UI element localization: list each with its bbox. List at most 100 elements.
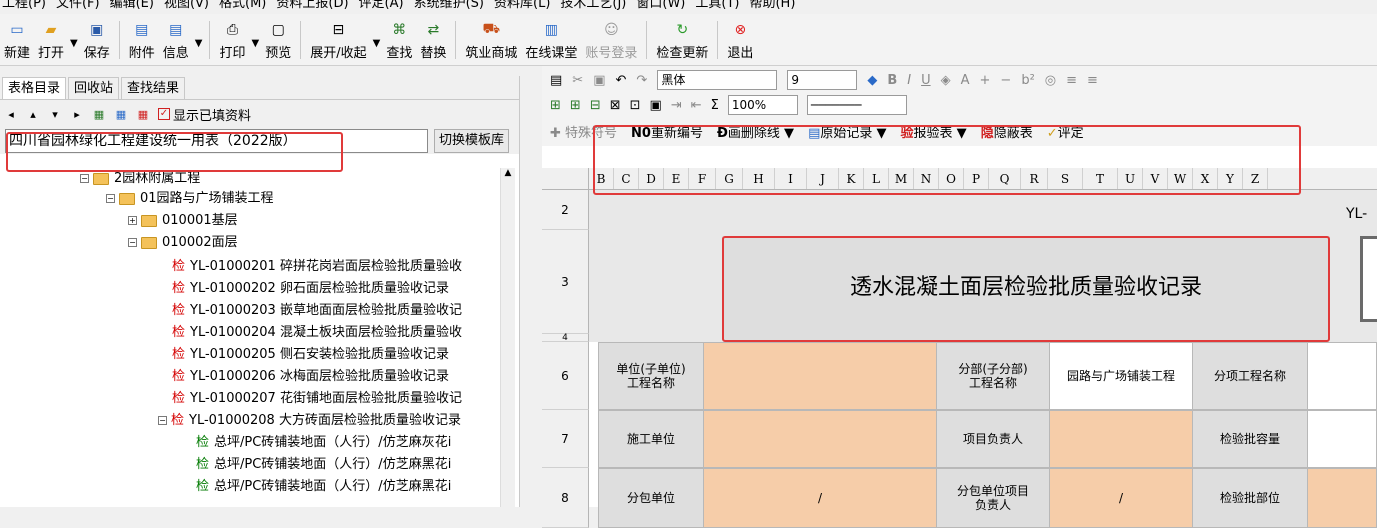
batch-location-field[interactable] [1307, 468, 1377, 528]
superscript-icon[interactable]: b² [1021, 73, 1034, 88]
zoom-select[interactable]: 100% [727, 95, 798, 115]
subcontractor-field[interactable]: / [703, 468, 937, 528]
insert-col-icon[interactable]: ⊞ [570, 98, 581, 113]
mall-button[interactable]: ⛟ 筑业商城 [461, 15, 521, 65]
outdent-icon[interactable]: ⇤ [691, 98, 702, 113]
expand-icon[interactable]: + [128, 216, 137, 225]
tree-leaf[interactable]: 检 YL-01000206 冰梅面层检验批质量验收记录 [172, 366, 449, 388]
menu-report[interactable]: 资料上报(D) [276, 0, 348, 14]
unit-name-field[interactable] [703, 342, 937, 410]
row-header[interactable]: 2 [542, 190, 589, 230]
expand-collapse-button[interactable]: ⊟ 展开/收起 [306, 15, 370, 65]
insert-row-icon[interactable]: ⊞ [550, 98, 561, 113]
batch-capacity-field[interactable] [1307, 410, 1377, 468]
tree-leaf[interactable]: 检 YL-01000204 混凝土板块面层检验批质量验收 [172, 322, 462, 344]
switch-template-button[interactable]: 切换模板库 [434, 129, 510, 153]
tree-leaf[interactable]: 检总坪/PC砖铺装地面（人行）/仿芝麻灰花i [196, 432, 451, 454]
formula-icon[interactable]: Σ [711, 98, 719, 113]
menu-library[interactable]: 资料库(L) [494, 0, 550, 14]
merge-icon[interactable]: ⊠ [610, 98, 621, 113]
menu-file[interactable]: 文件(F) [56, 0, 100, 14]
menu-help[interactable]: 帮助(H) [749, 0, 795, 14]
split-icon[interactable]: ⊡ [630, 98, 641, 113]
menu-tools[interactable]: 工具(T) [695, 0, 739, 14]
menu-system[interactable]: 系统维护(S) [414, 0, 484, 14]
tree-leaf[interactable]: 检总坪/PC砖铺装地面（人行）/仿芝麻黑花i [196, 476, 451, 498]
tab-search-results[interactable]: 查找结果 [121, 76, 186, 99]
row-header[interactable]: 3 [542, 230, 589, 334]
tree-scrollbar[interactable]: ▲ [500, 168, 515, 507]
menu-edit[interactable]: 编辑(E) [110, 0, 154, 14]
part-name-field[interactable]: 园路与广场铺装工程 [1049, 342, 1193, 410]
tree-leaf[interactable]: 检 YL-01000207 花街铺地面层检验批质量验收记 [172, 388, 462, 410]
align-center-icon[interactable]: ≡ [1087, 73, 1098, 88]
print-button[interactable]: ⎙ 打印 [215, 15, 249, 65]
increase-icon[interactable]: + [980, 73, 991, 88]
undo-icon[interactable]: ↶ [616, 73, 627, 88]
panel-splitter[interactable] [520, 76, 542, 507]
exit-button[interactable]: ⊗ 退出 [723, 15, 757, 65]
new-button[interactable]: ▭ 新建 [0, 15, 34, 65]
menu-view[interactable]: 视图(V) [164, 0, 209, 14]
collapse-icon[interactable]: − [128, 238, 137, 247]
collapse-icon[interactable]: − [80, 174, 89, 183]
arrow-down-icon[interactable]: ▾ [48, 107, 62, 121]
paste-icon[interactable]: ▤ [550, 73, 562, 88]
open-button[interactable]: ▰ 打开 [34, 15, 68, 65]
project-manager-field[interactable] [1049, 410, 1193, 468]
tree-node[interactable]: − 检 YL-01000208 大方砖面层检验批质量验收记录 [158, 410, 461, 432]
font-color-icon[interactable]: A [961, 73, 970, 88]
italic-icon[interactable]: I [907, 73, 911, 88]
info-dropdown-icon[interactable]: ▼ [195, 38, 203, 49]
show-filled-checkbox[interactable]: ✓ 显示已填资料 [158, 105, 251, 124]
font-size-select[interactable]: 9 [787, 70, 858, 90]
check-update-button[interactable]: ↻ 检查更新 [652, 15, 712, 65]
print-dropdown-icon[interactable]: ▼ [252, 38, 260, 49]
attachment-button[interactable]: ▤ 附件 [125, 15, 159, 65]
stamp-icon[interactable]: ◎ [1045, 73, 1056, 88]
tree-node[interactable]: −010002面层 [128, 232, 238, 254]
select-all-corner[interactable] [542, 168, 589, 189]
copy-table-icon[interactable]: ▦ [114, 107, 128, 121]
font-select[interactable]: 黑体 [657, 70, 778, 90]
tree-leaf[interactable]: 检 YL-01000205 侧石安装检验批质量验收记录 [172, 344, 449, 366]
redo-icon[interactable]: ↷ [636, 73, 647, 88]
row-header[interactable]: 7 [542, 410, 589, 468]
open-dropdown-icon[interactable]: ▼ [70, 38, 78, 49]
menu-tech[interactable]: 技术工艺(J) [560, 0, 626, 14]
tree-leaf[interactable]: 检 YL-01000202 卵石面层检验批质量验收记录 [172, 278, 449, 300]
menu-format[interactable]: 格式(M) [219, 0, 266, 14]
collapse-icon[interactable]: − [158, 416, 167, 425]
lock-icon[interactable]: ▣ [650, 98, 662, 113]
tree-leaf[interactable]: 检 YL-01000203 嵌草地面面层检验批质量验收记 [172, 300, 462, 322]
cut-icon[interactable]: ✂ [572, 73, 583, 88]
account-login-button[interactable]: ☺ 账号登录 [581, 15, 641, 65]
info-button[interactable]: ▤ 信息 [159, 15, 193, 65]
item-name-field[interactable] [1307, 342, 1377, 410]
menu-project[interactable]: 工程(P) [2, 0, 46, 14]
line-style-select[interactable]: ─────── [806, 95, 907, 115]
tab-table-directory[interactable]: 表格目录 [2, 76, 67, 99]
decrease-icon[interactable]: − [1000, 73, 1011, 88]
underline-icon[interactable]: U [921, 73, 931, 88]
paste-special-icon[interactable]: ▣ [593, 73, 605, 88]
expand-dropdown-icon[interactable]: ▼ [373, 38, 381, 49]
delete-table-icon[interactable]: ▦ [136, 107, 150, 121]
add-table-icon[interactable]: ▦ [92, 107, 106, 121]
preview-button[interactable]: ▢ 预览 [261, 15, 295, 65]
collapse-icon[interactable]: − [106, 194, 115, 203]
menu-window[interactable]: 窗口(W) [636, 0, 685, 14]
tab-recycle-bin[interactable]: 回收站 [68, 76, 120, 99]
sub-pm-field[interactable]: / [1049, 468, 1193, 528]
row-header[interactable]: 8 [542, 468, 589, 528]
tree-node[interactable]: −01园路与广场铺装工程 [106, 188, 274, 210]
row-header[interactable]: 6 [542, 342, 589, 410]
tree-leaf[interactable]: 检 YL-01000201 碎拼花岗岩面层检验批质量验收 [172, 256, 462, 278]
indent-icon[interactable]: ⇥ [671, 98, 682, 113]
scroll-up-icon[interactable]: ▲ [501, 168, 515, 178]
arrow-left-icon[interactable]: ◂ [4, 107, 18, 121]
find-button[interactable]: ⌘ 查找 [382, 15, 416, 65]
menu-evaluate[interactable]: 评定(A) [359, 0, 404, 14]
arrow-right-icon[interactable]: ▸ [70, 107, 84, 121]
tree-node[interactable]: +010001基层 [128, 210, 238, 232]
